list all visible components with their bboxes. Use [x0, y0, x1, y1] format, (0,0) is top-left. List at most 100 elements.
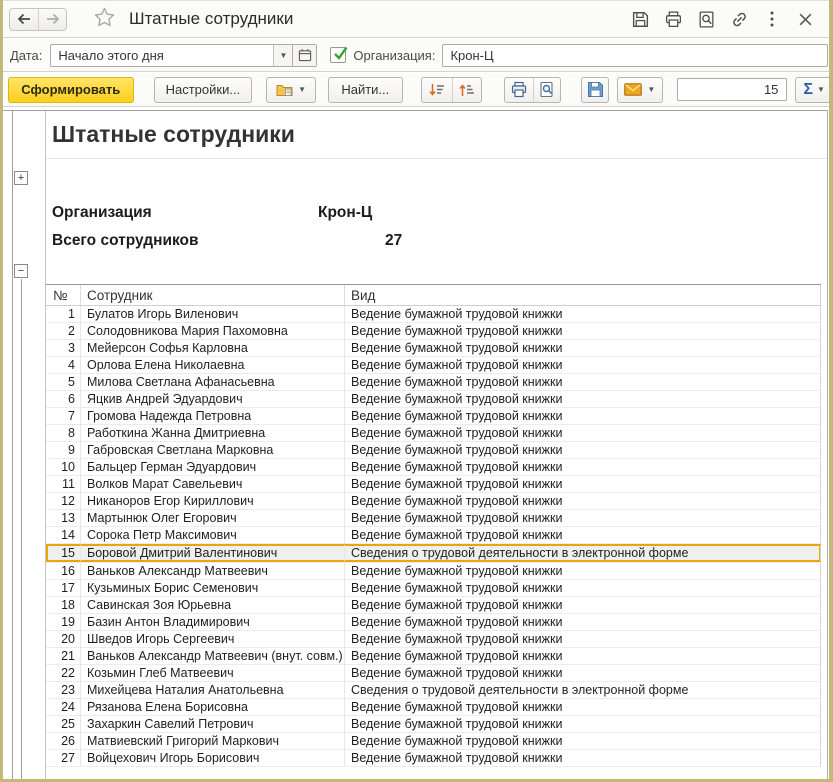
row-record-kind[interactable]: Ведение бумажной трудовой книжки [345, 699, 821, 715]
table-row[interactable]: 8 Работкина Жанна Дмитриевна Ведение бумаж… [46, 425, 821, 442]
sort-descending-button[interactable] [422, 78, 452, 102]
table-row[interactable]: 11 Волков Марат Савельевич Ведение бумажно… [46, 476, 821, 493]
row-employee-name[interactable]: Никаноров Егор Кириллович [81, 493, 345, 509]
sort-ascending-button[interactable] [451, 77, 482, 102]
row-number[interactable]: 5 [46, 374, 81, 390]
sum-button[interactable]: Σ ▼ [795, 76, 833, 103]
row-number[interactable]: 25 [46, 716, 81, 732]
row-record-kind[interactable]: Ведение бумажной трудовой книжки [345, 614, 821, 630]
table-row[interactable]: 16 Ваньков Александр Матвеевич Ведение бум… [46, 563, 821, 580]
row-record-kind[interactable]: Ведение бумажной трудовой книжки [345, 357, 821, 373]
row-record-kind[interactable]: Ведение бумажной трудовой книжки [345, 527, 821, 543]
row-number[interactable]: 15 [46, 545, 81, 561]
row-number[interactable]: 26 [46, 733, 81, 749]
row-record-kind[interactable]: Ведение бумажной трудовой книжки [345, 306, 821, 322]
row-number[interactable]: 19 [46, 614, 81, 630]
row-employee-name[interactable]: Рязанова Елена Борисовна [81, 699, 345, 715]
row-employee-name[interactable]: Матвиевский Григорий Маркович [81, 733, 345, 749]
row-number[interactable]: 20 [46, 631, 81, 647]
row-record-kind[interactable]: Сведения о трудовой деятельности в элект… [345, 682, 821, 698]
row-number[interactable]: 21 [46, 648, 81, 664]
get-link-icon[interactable] [729, 9, 749, 29]
row-record-kind[interactable]: Ведение бумажной трудовой книжки [345, 580, 821, 596]
row-record-kind[interactable]: Ведение бумажной трудовой книжки [345, 391, 821, 407]
row-number[interactable]: 8 [46, 425, 81, 441]
row-number[interactable]: 16 [46, 563, 81, 579]
back-button[interactable] [10, 9, 38, 30]
row-number[interactable]: 3 [46, 340, 81, 356]
row-employee-name[interactable]: Ваньков Александр Матвеевич (внут. совм.… [81, 648, 345, 664]
print-icon[interactable] [663, 9, 683, 29]
row-number[interactable]: 11 [46, 476, 81, 492]
find-button[interactable]: Найти... [327, 76, 403, 103]
row-employee-name[interactable]: Шведов Игорь Сергеевич [81, 631, 345, 647]
row-employee-name[interactable]: Габровская Светлана Марковна [81, 442, 345, 458]
table-row[interactable]: 12 Никаноров Егор Кириллович Ведение бумаж… [46, 493, 821, 510]
row-record-kind[interactable]: Ведение бумажной трудовой книжки [345, 425, 821, 441]
row-record-kind[interactable]: Ведение бумажной трудовой книжки [345, 750, 821, 766]
row-number[interactable]: 1 [46, 306, 81, 322]
table-row[interactable]: 13 Мартынюк Олег Егорович Ведение бумажной… [46, 510, 821, 527]
row-employee-name[interactable]: Михейцева Наталия Анатольевна [81, 682, 345, 698]
table-row[interactable]: 15 Боровой Дмитрий Валентинович Сведения о… [46, 544, 821, 563]
mail-button[interactable]: ▼ [617, 76, 663, 103]
row-number[interactable]: 24 [46, 699, 81, 715]
table-row[interactable]: 26 Матвиевский Григорий Маркович Ведение б… [46, 733, 821, 750]
row-number[interactable]: 6 [46, 391, 81, 407]
table-row[interactable]: 2 Солодовникова Мария Пахомовна Ведение бу… [46, 323, 821, 340]
row-number[interactable]: 14 [46, 527, 81, 543]
date-dropdown-button[interactable]: ▼ [273, 44, 293, 66]
generate-button[interactable]: Сформировать [8, 76, 134, 103]
report-variants-button[interactable]: ▼ [266, 76, 316, 103]
row-employee-name[interactable]: Войцехович Игорь Борисович [81, 750, 345, 766]
row-employee-name[interactable]: Козьмин Глеб Матвеевич [81, 665, 345, 681]
row-number[interactable]: 23 [46, 682, 81, 698]
date-value[interactable]: Начало этого дня [51, 45, 273, 66]
table-row[interactable]: 3 Мейерсон Софья Карловна Ведение бумажной… [46, 340, 821, 357]
row-number[interactable]: 10 [46, 459, 81, 475]
row-record-kind[interactable]: Ведение бумажной трудовой книжки [345, 476, 821, 492]
row-employee-name[interactable]: Волков Марат Савельевич [81, 476, 345, 492]
row-employee-name[interactable]: Громова Надежда Петровна [81, 408, 345, 424]
row-record-kind[interactable]: Ведение бумажной трудовой книжки [345, 631, 821, 647]
table-row[interactable]: 22 Козьмин Глеб Матвеевич Ведение бумажной… [46, 665, 821, 682]
table-row[interactable]: 24 Рязанова Елена Борисовна Ведение бумажн… [46, 699, 821, 716]
table-row[interactable]: 19 Базин Антон Владимирович Ведение бумажн… [46, 614, 821, 631]
row-employee-name[interactable]: Орлова Елена Николаевна [81, 357, 345, 373]
table-row[interactable]: 5 Милова Светлана Афанасьевна Ведение бума… [46, 374, 821, 391]
row-record-kind[interactable]: Ведение бумажной трудовой книжки [345, 374, 821, 390]
row-number[interactable]: 12 [46, 493, 81, 509]
table-row[interactable]: 17 Кузьминых Борис Семенович Ведение бумаж… [46, 580, 821, 597]
row-number[interactable]: 2 [46, 323, 81, 339]
row-record-kind[interactable]: Сведения о трудовой деятельности в элект… [345, 545, 821, 561]
table-row[interactable]: 10 Бальцер Герман Эдуардович Ведение бумаж… [46, 459, 821, 476]
row-record-kind[interactable]: Ведение бумажной трудовой книжки [345, 323, 821, 339]
row-employee-name[interactable]: Базин Антон Владимирович [81, 614, 345, 630]
favorite-star-icon[interactable] [93, 7, 115, 32]
forward-button[interactable] [38, 8, 66, 30]
close-icon[interactable] [795, 9, 815, 29]
row-employee-name[interactable]: Сорока Петр Максимович [81, 527, 345, 543]
count-input[interactable]: 15 [676, 78, 788, 101]
row-employee-name[interactable]: Кузьминых Борис Семенович [81, 580, 345, 596]
calendar-button[interactable] [292, 44, 317, 66]
group-expander-expanded[interactable]: − [14, 264, 28, 278]
more-menu-icon[interactable] [762, 9, 782, 29]
row-employee-name[interactable]: Работкина Жанна Дмитриевна [81, 425, 345, 441]
table-row[interactable]: 1 Булатов Игорь Виленович Ведение бумажной… [46, 306, 821, 323]
table-row[interactable]: 27 Войцехович Игорь Борисович Ведение бума… [46, 750, 821, 767]
row-employee-name[interactable]: Яцкив Андрей Эдуардович [81, 391, 345, 407]
row-record-kind[interactable]: Ведение бумажной трудовой книжки [345, 716, 821, 732]
row-record-kind[interactable]: Ведение бумажной трудовой книжки [345, 493, 821, 509]
row-employee-name[interactable]: Ваньков Александр Матвеевич [81, 563, 345, 579]
table-row[interactable]: 18 Савинская Зоя Юрьевна Ведение бумажной … [46, 597, 821, 614]
group-expander-collapsed[interactable]: + [14, 171, 28, 185]
row-record-kind[interactable]: Ведение бумажной трудовой книжки [345, 340, 821, 356]
organization-checkbox[interactable] [330, 46, 348, 63]
row-employee-name[interactable]: Боровой Дмитрий Валентинович [81, 545, 345, 561]
row-employee-name[interactable]: Солодовникова Мария Пахомовна [81, 323, 345, 339]
row-number[interactable]: 7 [46, 408, 81, 424]
row-record-kind[interactable]: Ведение бумажной трудовой книжки [345, 597, 821, 613]
row-record-kind[interactable]: Ведение бумажной трудовой книжки [345, 563, 821, 579]
table-row[interactable]: 25 Захаркин Савелий Петрович Ведение бумаж… [46, 716, 821, 733]
